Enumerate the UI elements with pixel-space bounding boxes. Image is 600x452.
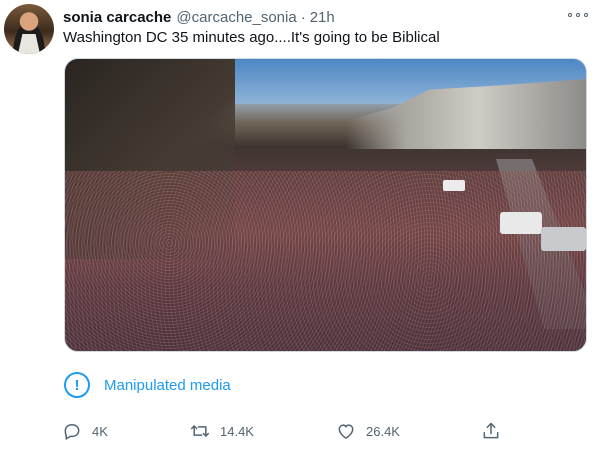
photo-truck	[541, 227, 586, 251]
like-count: 26.4K	[366, 423, 400, 439]
retweet-count: 14.4K	[220, 423, 254, 439]
manipulated-media-label[interactable]: Manipulated media	[104, 377, 231, 394]
tweet-text: Washington DC 35 minutes ago....It's goi…	[63, 29, 440, 46]
reply-count: 4K	[92, 423, 108, 439]
tweet[interactable]: sonia carcache @carcache_sonia · 21h Was…	[0, 0, 600, 452]
tweet-header: sonia carcache @carcache_sonia · 21h	[63, 7, 335, 27]
reply-icon	[64, 424, 80, 440]
retweet-button[interactable]: 14.4K	[190, 419, 254, 443]
more-options-icon[interactable]	[568, 7, 588, 23]
photo-car	[443, 180, 465, 191]
share-icon	[483, 422, 499, 439]
exclamation-circle-icon: !	[64, 372, 90, 398]
tweet-photo[interactable]	[64, 58, 587, 352]
avatar[interactable]	[4, 4, 54, 54]
tweet-actions: 4K 14.4K 26.4K	[62, 419, 502, 443]
photo-van	[500, 212, 542, 234]
manipulated-media-notice[interactable]: ! Manipulated media	[64, 371, 231, 399]
like-button[interactable]: 26.4K	[336, 419, 400, 443]
timestamp[interactable]: 21h	[310, 9, 335, 26]
photo-crowd	[65, 171, 586, 351]
reply-button[interactable]: 4K	[62, 419, 108, 443]
share-button[interactable]	[481, 419, 501, 443]
author-name[interactable]: sonia carcache	[63, 9, 171, 26]
heart-icon	[338, 424, 354, 439]
retweet-icon	[190, 425, 210, 437]
avatar-figure	[18, 34, 40, 54]
separator-dot: ·	[300, 8, 306, 26]
author-handle[interactable]: @carcache_sonia	[176, 9, 296, 26]
